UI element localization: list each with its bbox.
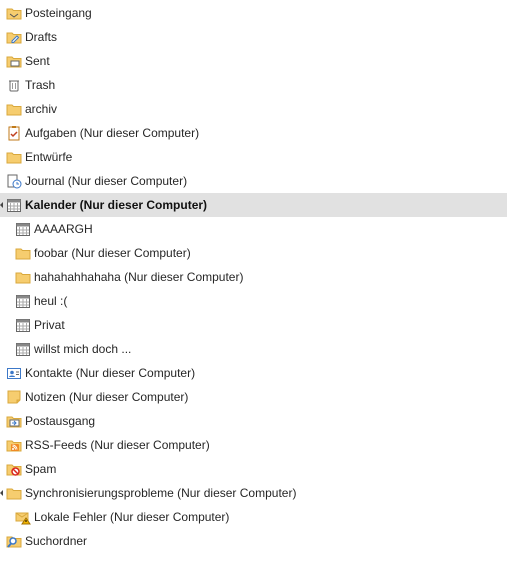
folder-pane: Posteingang Drafts Sent Trash archiv Aufgaben… — [0, 0, 507, 580]
folder-label: Kontakte (Nur dieser Computer) — [25, 366, 196, 380]
folder-label: foobar (Nur dieser Computer) — [34, 246, 191, 260]
folder-label: Privat — [34, 318, 65, 332]
folder-label: archiv — [25, 102, 58, 116]
folder-label: Journal (Nur dieser Computer) — [25, 174, 188, 188]
folder-label: Notizen (Nur dieser Computer) — [25, 390, 189, 404]
folder-label: Posteingang — [25, 6, 92, 20]
folder-item-sent[interactable]: Sent — [0, 49, 507, 73]
folder-item-kalender[interactable]: Kalender (Nur dieser Computer) — [0, 193, 507, 217]
folder-item-journal[interactable]: Journal (Nur dieser Computer) — [0, 169, 507, 193]
calendar-icon — [6, 197, 22, 213]
calendar-icon — [15, 317, 31, 333]
folder-item-posteingang[interactable]: Posteingang — [0, 1, 507, 25]
tasks-icon — [6, 125, 22, 141]
folder-label: Synchronisierungsprobleme (Nur dieser Co… — [25, 486, 297, 500]
folder-item-synchronisierungsprobleme[interactable]: Synchronisierungsprobleme (Nur dieser Co… — [0, 481, 507, 505]
folder-item-privat[interactable]: Privat — [0, 313, 507, 337]
folder-label: RSS-Feeds (Nur dieser Computer) — [25, 438, 210, 452]
folder-item-drafts[interactable]: Drafts — [0, 25, 507, 49]
folder-label: Drafts — [25, 30, 58, 44]
collapse-arrow-icon[interactable] — [0, 202, 3, 208]
folder-item-kontakte[interactable]: Kontakte (Nur dieser Computer) — [0, 361, 507, 385]
folder-item-entwuerfe[interactable]: Entwürfe — [0, 145, 507, 169]
folder-item-hahahahhahaha[interactable]: hahahahhahaha (Nur dieser Computer) — [0, 265, 507, 289]
folder-label: Sent — [25, 54, 50, 68]
trash-icon — [6, 77, 22, 93]
inbox-icon — [6, 5, 22, 21]
folder-label: Postausgang — [25, 414, 96, 428]
folder-item-archiv[interactable]: archiv — [0, 97, 507, 121]
folder-item-trash[interactable]: Trash — [0, 73, 507, 97]
folder-icon — [6, 101, 22, 117]
calendar-icon — [15, 293, 31, 309]
search-folder-icon — [6, 533, 22, 549]
folder-label: Lokale Fehler (Nur dieser Computer) — [34, 510, 230, 524]
collapse-arrow-icon[interactable] — [0, 490, 3, 496]
folder-item-spam[interactable]: Spam — [0, 457, 507, 481]
folder-item-rss-feeds[interactable]: RSS-Feeds (Nur dieser Computer) — [0, 433, 507, 457]
rss-icon — [6, 437, 22, 453]
folder-item-willst-mich-doch[interactable]: willst mich doch ... — [0, 337, 507, 361]
outbox-icon — [6, 413, 22, 429]
folder-item-foobar[interactable]: foobar (Nur dieser Computer) — [0, 241, 507, 265]
folder-item-suchordner[interactable]: Suchordner — [0, 529, 507, 553]
contacts-icon — [6, 365, 22, 381]
folder-icon — [15, 245, 31, 261]
folder-label: hahahahhahaha (Nur dieser Computer) — [34, 270, 244, 284]
folder-item-postausgang[interactable]: Postausgang — [0, 409, 507, 433]
journal-icon — [6, 173, 22, 189]
folder-label: Entwürfe — [25, 150, 73, 164]
folder-label: Kalender (Nur dieser Computer) — [25, 198, 208, 212]
sent-icon — [6, 53, 22, 69]
folder-item-lokale-fehler[interactable]: Lokale Fehler (Nur dieser Computer) — [0, 505, 507, 529]
folder-item-aufgaben[interactable]: Aufgaben (Nur dieser Computer) — [0, 121, 507, 145]
folder-label: Trash — [25, 78, 56, 92]
calendar-icon — [15, 221, 31, 237]
folder-item-aaaargh[interactable]: AAAARGH — [0, 217, 507, 241]
folder-label: Suchordner — [25, 534, 88, 548]
drafts-icon — [6, 29, 22, 45]
folder-icon — [15, 269, 31, 285]
folder-label: Aufgaben (Nur dieser Computer) — [25, 126, 200, 140]
folder-item-notizen[interactable]: Notizen (Nur dieser Computer) — [0, 385, 507, 409]
folder-label: Spam — [25, 462, 57, 476]
folder-label: heul :( — [34, 294, 68, 308]
folder-item-heul[interactable]: heul :( — [0, 289, 507, 313]
folder-label: AAAARGH — [34, 222, 93, 236]
spam-icon — [6, 461, 22, 477]
folder-label: willst mich doch ... — [34, 342, 132, 356]
folder-icon — [6, 149, 22, 165]
warning-mail-icon — [15, 509, 31, 525]
folder-icon — [6, 485, 22, 501]
calendar-icon — [15, 341, 31, 357]
notes-icon — [6, 389, 22, 405]
